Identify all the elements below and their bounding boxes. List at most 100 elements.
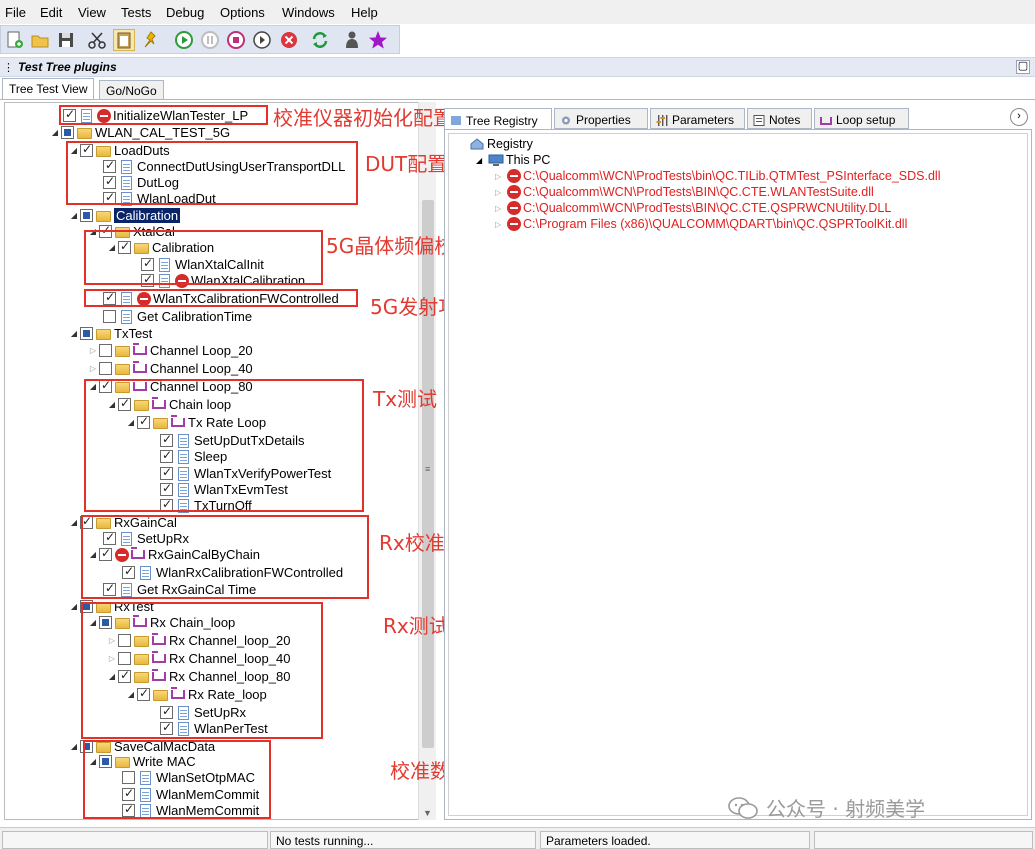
menu-help[interactable]: Help [351, 5, 378, 20]
tree-node-calibration[interactable]: ◢ Calibration [68, 207, 181, 224]
pin-button[interactable] [140, 29, 162, 51]
collapse-arrow-icon[interactable]: ◢ [476, 156, 488, 165]
registry-dll-2[interactable]: ▷ C:\Qualcomm\WCN\ProdTests\BIN\QC.CTE.QS… [495, 200, 891, 216]
clipboard-icon [117, 32, 131, 49]
pause-icon [201, 31, 219, 49]
user-icon [346, 31, 358, 48]
annotation-dut: DUT配置 [365, 152, 448, 176]
tree-node-txtest[interactable]: ◢ TxTest [68, 325, 152, 342]
tab-label: Notes [769, 113, 801, 127]
paste-button[interactable] [113, 29, 135, 51]
abort-button[interactable] [278, 29, 300, 51]
tab-tree-registry[interactable]: Tree Registry [444, 108, 552, 129]
new-test-button[interactable] [4, 29, 26, 51]
error-icon [507, 217, 521, 231]
star-icon [369, 31, 387, 49]
checkbox[interactable] [99, 362, 112, 375]
user-button[interactable] [341, 29, 363, 51]
registry-dll-3[interactable]: ▷ C:\Program Files (x86)\QUALCOMM\QDART\b… [495, 216, 907, 232]
favorite-button[interactable] [367, 29, 389, 51]
collapse-arrow-icon[interactable]: ◢ [68, 518, 80, 527]
registry-icon [451, 116, 461, 125]
tree-node-caltime[interactable]: Get CalibrationTime [103, 308, 252, 325]
menu-tests[interactable]: Tests [121, 5, 151, 20]
document-icon [121, 309, 132, 324]
open-button[interactable] [29, 29, 51, 51]
tab-loop-setup[interactable]: Loop setup [814, 108, 909, 129]
run-button[interactable] [173, 29, 195, 51]
checkbox[interactable] [80, 327, 93, 340]
registry-this-pc[interactable]: ◢ This PC [476, 152, 550, 168]
node-label: TxTest [114, 326, 153, 341]
tab-label: Loop setup [836, 113, 896, 127]
menu-windows[interactable]: Windows [282, 5, 335, 20]
dll-path: C:\Qualcomm\WCN\ProdTests\bin\QC.TILib.Q… [523, 169, 941, 183]
tab-notes[interactable]: Notes [747, 108, 812, 129]
scroll-down-icon[interactable]: ▼ [423, 808, 432, 818]
wechat-icon [728, 796, 758, 819]
pin-icon: ⋮ [3, 62, 14, 74]
checkbox[interactable] [103, 310, 116, 323]
registry-tree[interactable] [448, 133, 1028, 816]
tree-node-ch20[interactable]: ▷ Channel Loop_20 [87, 342, 253, 359]
step-button[interactable] [251, 29, 273, 51]
refresh-button[interactable] [309, 29, 331, 51]
expand-arrow-icon[interactable]: ▷ [87, 364, 99, 373]
menu-debug[interactable]: Debug [166, 5, 204, 20]
node-label: Channel Loop_20 [150, 343, 253, 358]
collapse-arrow-icon[interactable]: ◢ [68, 211, 80, 220]
tab-properties[interactable]: Properties [554, 108, 648, 129]
status-segment-extra [814, 831, 1033, 849]
panel-close-button[interactable]: ▢ [1016, 60, 1030, 74]
folder-icon [115, 364, 130, 375]
menu-edit[interactable]: Edit [40, 5, 62, 20]
collapse-arrow-icon[interactable]: ◢ [68, 602, 80, 611]
toolbar [0, 25, 400, 54]
expand-arrow-icon[interactable]: ▷ [495, 172, 507, 181]
annotation-rxtest: Rx测试 [383, 614, 449, 638]
pause-button[interactable] [199, 29, 221, 51]
expand-arrow-icon[interactable]: ▷ [495, 188, 507, 197]
scissors-icon [88, 32, 106, 49]
registry-dll-0[interactable]: ▷ C:\Qualcomm\WCN\ProdTests\bin\QC.TILib.… [495, 168, 941, 184]
checkbox[interactable] [61, 126, 74, 139]
panel-title: Test Tree plugins [18, 60, 117, 74]
tab-label: Parameters [672, 113, 735, 127]
collapse-arrow-icon[interactable]: ◢ [68, 742, 80, 751]
tab-tree-test-view[interactable]: Tree Test View [2, 78, 95, 100]
registry-label: This PC [506, 153, 551, 167]
cut-button[interactable] [86, 29, 108, 51]
node-label-selected: Calibration [114, 208, 181, 223]
tab-go-nogo[interactable]: Go/NoGo [99, 80, 164, 100]
save-button[interactable] [55, 29, 77, 51]
folder-open-icon [31, 35, 49, 48]
menu-file[interactable]: File [5, 5, 26, 20]
dll-path: C:\Program Files (x86)\QUALCOMM\QDART\bi… [523, 217, 908, 231]
tree-node-root[interactable]: ◢ WLAN_CAL_TEST_5G [49, 124, 230, 141]
error-icon [507, 201, 521, 215]
collapse-arrow-icon[interactable]: ◢ [68, 329, 80, 338]
annotation-box-init [59, 105, 268, 125]
stop-button[interactable] [225, 29, 247, 51]
node-label: WLAN_CAL_TEST_5G [95, 125, 231, 140]
scrollbar-thumb[interactable] [422, 200, 434, 748]
checkbox[interactable] [99, 344, 112, 357]
menu-view[interactable]: View [78, 5, 106, 20]
gear-icon [562, 116, 570, 124]
tab-scroll-right-button[interactable]: › [1010, 108, 1028, 126]
registry-root[interactable]: Registry [470, 136, 533, 152]
menu-options[interactable]: Options [220, 5, 265, 20]
save-icon [59, 33, 73, 47]
tab-parameters[interactable]: Parameters [650, 108, 745, 129]
close-circle-icon [281, 32, 297, 48]
checkbox[interactable] [80, 209, 93, 222]
menu-bar: File Edit View Tests Debug Options Windo… [0, 0, 1035, 24]
collapse-arrow-icon[interactable]: ◢ [49, 128, 61, 137]
tree-node-ch40[interactable]: ▷ Channel Loop_40 [87, 360, 253, 377]
expand-arrow-icon[interactable]: ▷ [495, 204, 507, 213]
node-label: Channel Loop_40 [150, 361, 253, 376]
registry-dll-1[interactable]: ▷ C:\Qualcomm\WCN\ProdTests\BIN\QC.CTE.WL… [495, 184, 874, 200]
tree-scrollbar[interactable]: ≡ ▼ [418, 102, 436, 820]
expand-arrow-icon[interactable]: ▷ [495, 220, 507, 229]
expand-arrow-icon[interactable]: ▷ [87, 346, 99, 355]
